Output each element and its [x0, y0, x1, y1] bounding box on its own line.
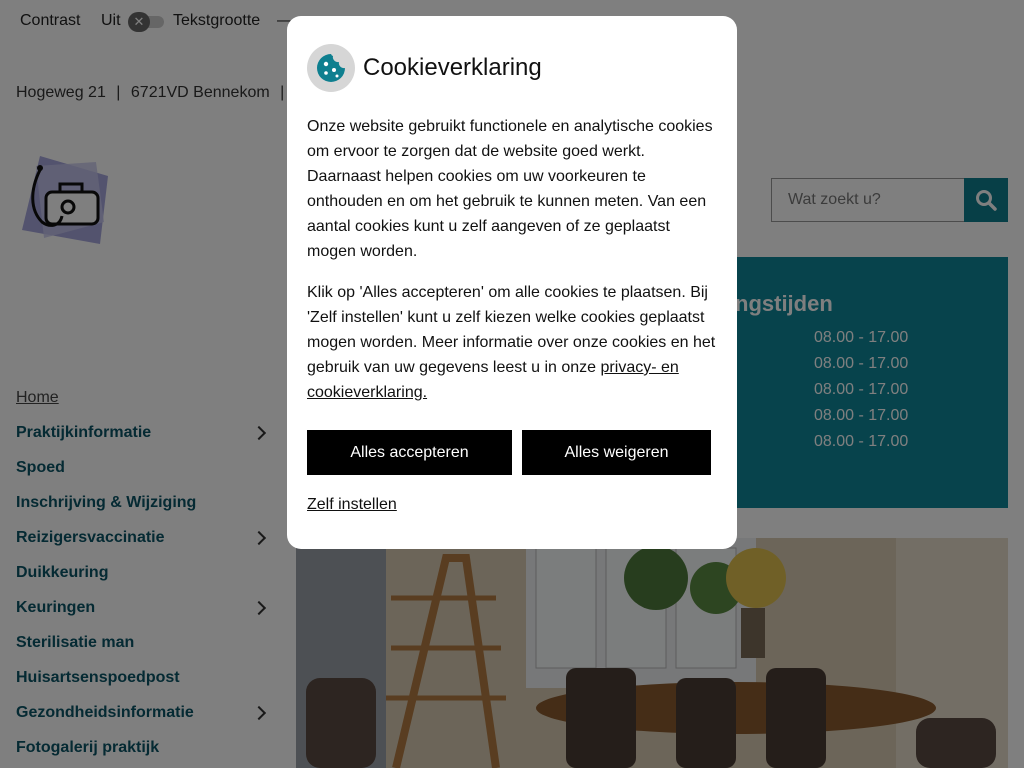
custom-settings-link[interactable]: Zelf instellen — [307, 496, 397, 514]
accept-all-button[interactable]: Alles accepteren — [307, 430, 512, 475]
dialog-paragraph-2: Klik op 'Alles accepteren' om alle cooki… — [307, 280, 719, 405]
cookie-dialog: Cookieverklaring Onze website gebruikt f… — [287, 16, 737, 549]
cookie-icon-svg — [317, 54, 345, 82]
cookie-icon — [307, 44, 355, 92]
dialog-title: Cookieverklaring — [363, 54, 542, 81]
dialog-paragraph-1: Onze website gebruikt functionele en ana… — [307, 118, 713, 260]
reject-all-button[interactable]: Alles weigeren — [522, 430, 711, 475]
